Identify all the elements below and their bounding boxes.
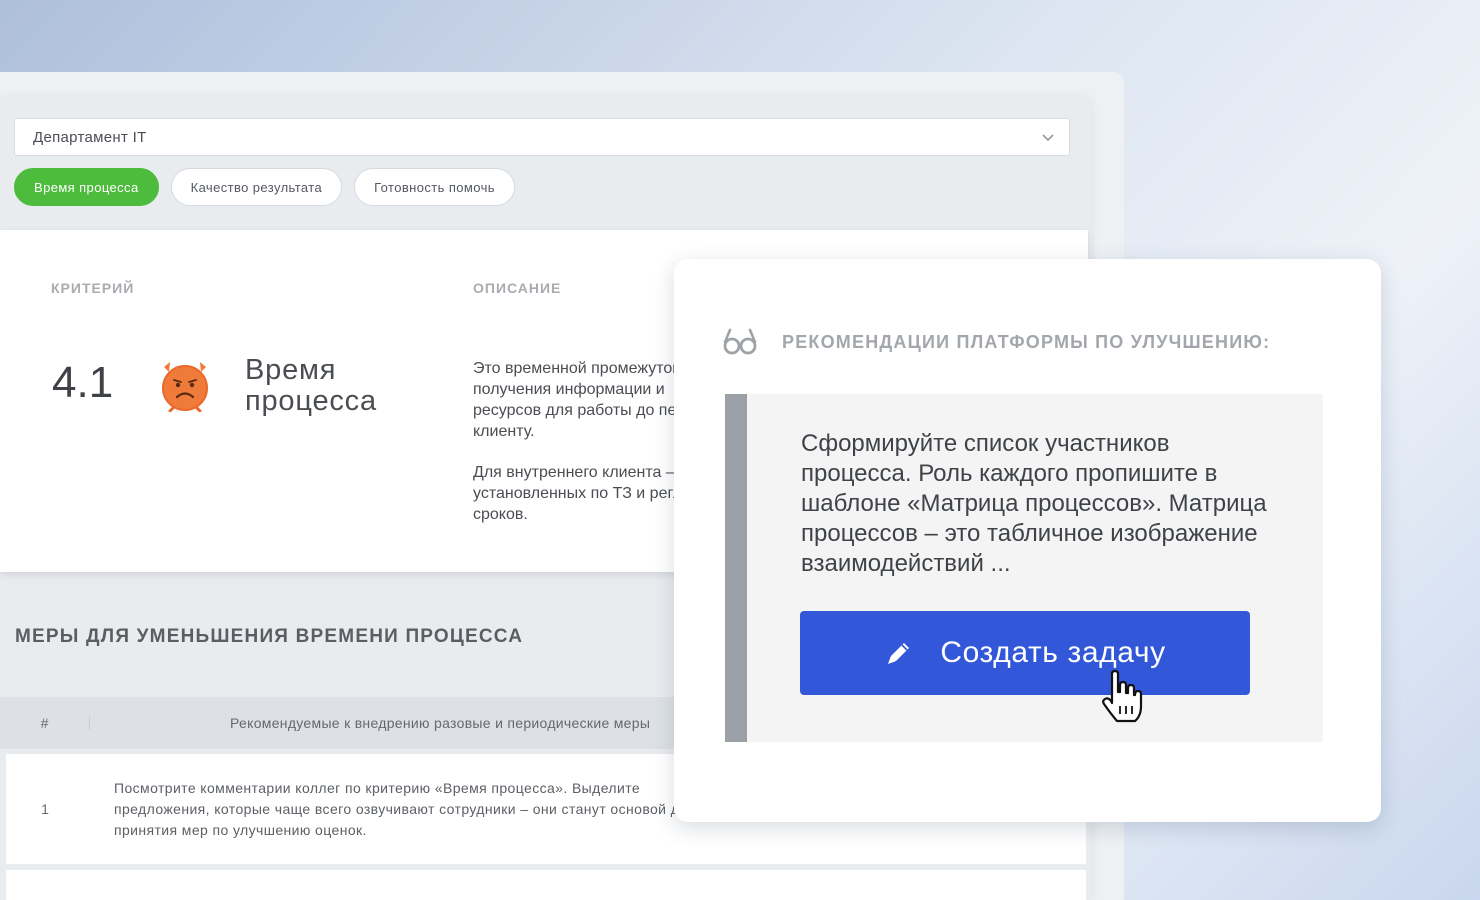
measures-title: МЕРЫ ДЛЯ УМЕНЬШЕНИЯ ВРЕМЕНИ ПРОЦЕССА xyxy=(15,626,524,647)
row-text-line: Посмотрите комментарии коллег по критери… xyxy=(114,779,641,796)
table-row xyxy=(6,870,1086,900)
description-line: получения информации и xyxy=(473,381,665,398)
create-task-button[interactable]: Создать задачу xyxy=(800,611,1250,695)
criterion-name-line1: Время xyxy=(245,354,337,386)
tab-readiness-to-help[interactable]: Готовность помочь xyxy=(354,168,515,206)
recommendations-card: РЕКОМЕНДАЦИИ ПЛАТФОРМЫ ПО УЛУЧШЕНИЮ: Сфо… xyxy=(674,259,1381,822)
column-criterion-header: КРИТЕРИЙ xyxy=(51,280,135,296)
criterion-score: 4.1 xyxy=(52,358,114,407)
description-line: Для внутреннего клиента – соблюдение xyxy=(473,464,683,481)
hand-pointer-cursor-icon xyxy=(1102,670,1143,723)
create-task-label: Создать задачу xyxy=(940,636,1166,669)
criteria-tabs: Время процесса Качество результата Готов… xyxy=(14,168,515,206)
row-text-line: принятия мер по улучшению оценок. xyxy=(114,821,367,838)
glasses-icon xyxy=(723,328,757,355)
recommendation-item: Сформируйте список участников процесса. … xyxy=(725,394,1323,742)
row-number: 1 xyxy=(41,801,49,817)
department-select[interactable]: Департамент IT xyxy=(14,118,1070,156)
column-number-header: # xyxy=(0,716,90,730)
sad-alarm-clock-icon xyxy=(162,362,208,412)
description-line: сроков. xyxy=(473,506,528,523)
recommendation-text: Сформируйте список участников процесса. … xyxy=(801,430,1267,577)
description-line: установленных по ТЗ и регламентам xyxy=(473,485,683,502)
department-select-value: Департамент IT xyxy=(33,128,147,146)
criterion-name-line2: процесса xyxy=(245,385,377,417)
column-measures-header: Рекомендуемые к внедрению разовые и пери… xyxy=(230,715,651,731)
recommendations-title: РЕКОМЕНДАЦИИ ПЛАТФОРМЫ ПО УЛУЧШЕНИЮ: xyxy=(782,332,1271,352)
column-description-header: ОПИСАНИЕ xyxy=(473,280,562,296)
description-line: Это временной промежуток с момента xyxy=(473,360,683,377)
chevron-down-icon xyxy=(1042,134,1054,142)
tab-process-time[interactable]: Время процесса xyxy=(14,168,159,206)
tab-result-quality[interactable]: Качество результата xyxy=(170,168,343,206)
pencil-icon xyxy=(888,643,910,664)
criterion-description: Это временной промежуток с момента получ… xyxy=(473,358,683,545)
description-line: клиенту. xyxy=(473,423,535,440)
row-text-line: предложения, которые чаще всего озвучива… xyxy=(114,800,694,817)
row-text: Посмотрите комментарии коллег по критери… xyxy=(114,778,694,841)
description-line: ресурсов для работы до передачи xyxy=(473,402,683,419)
criterion-name: Время процесса xyxy=(245,355,377,417)
